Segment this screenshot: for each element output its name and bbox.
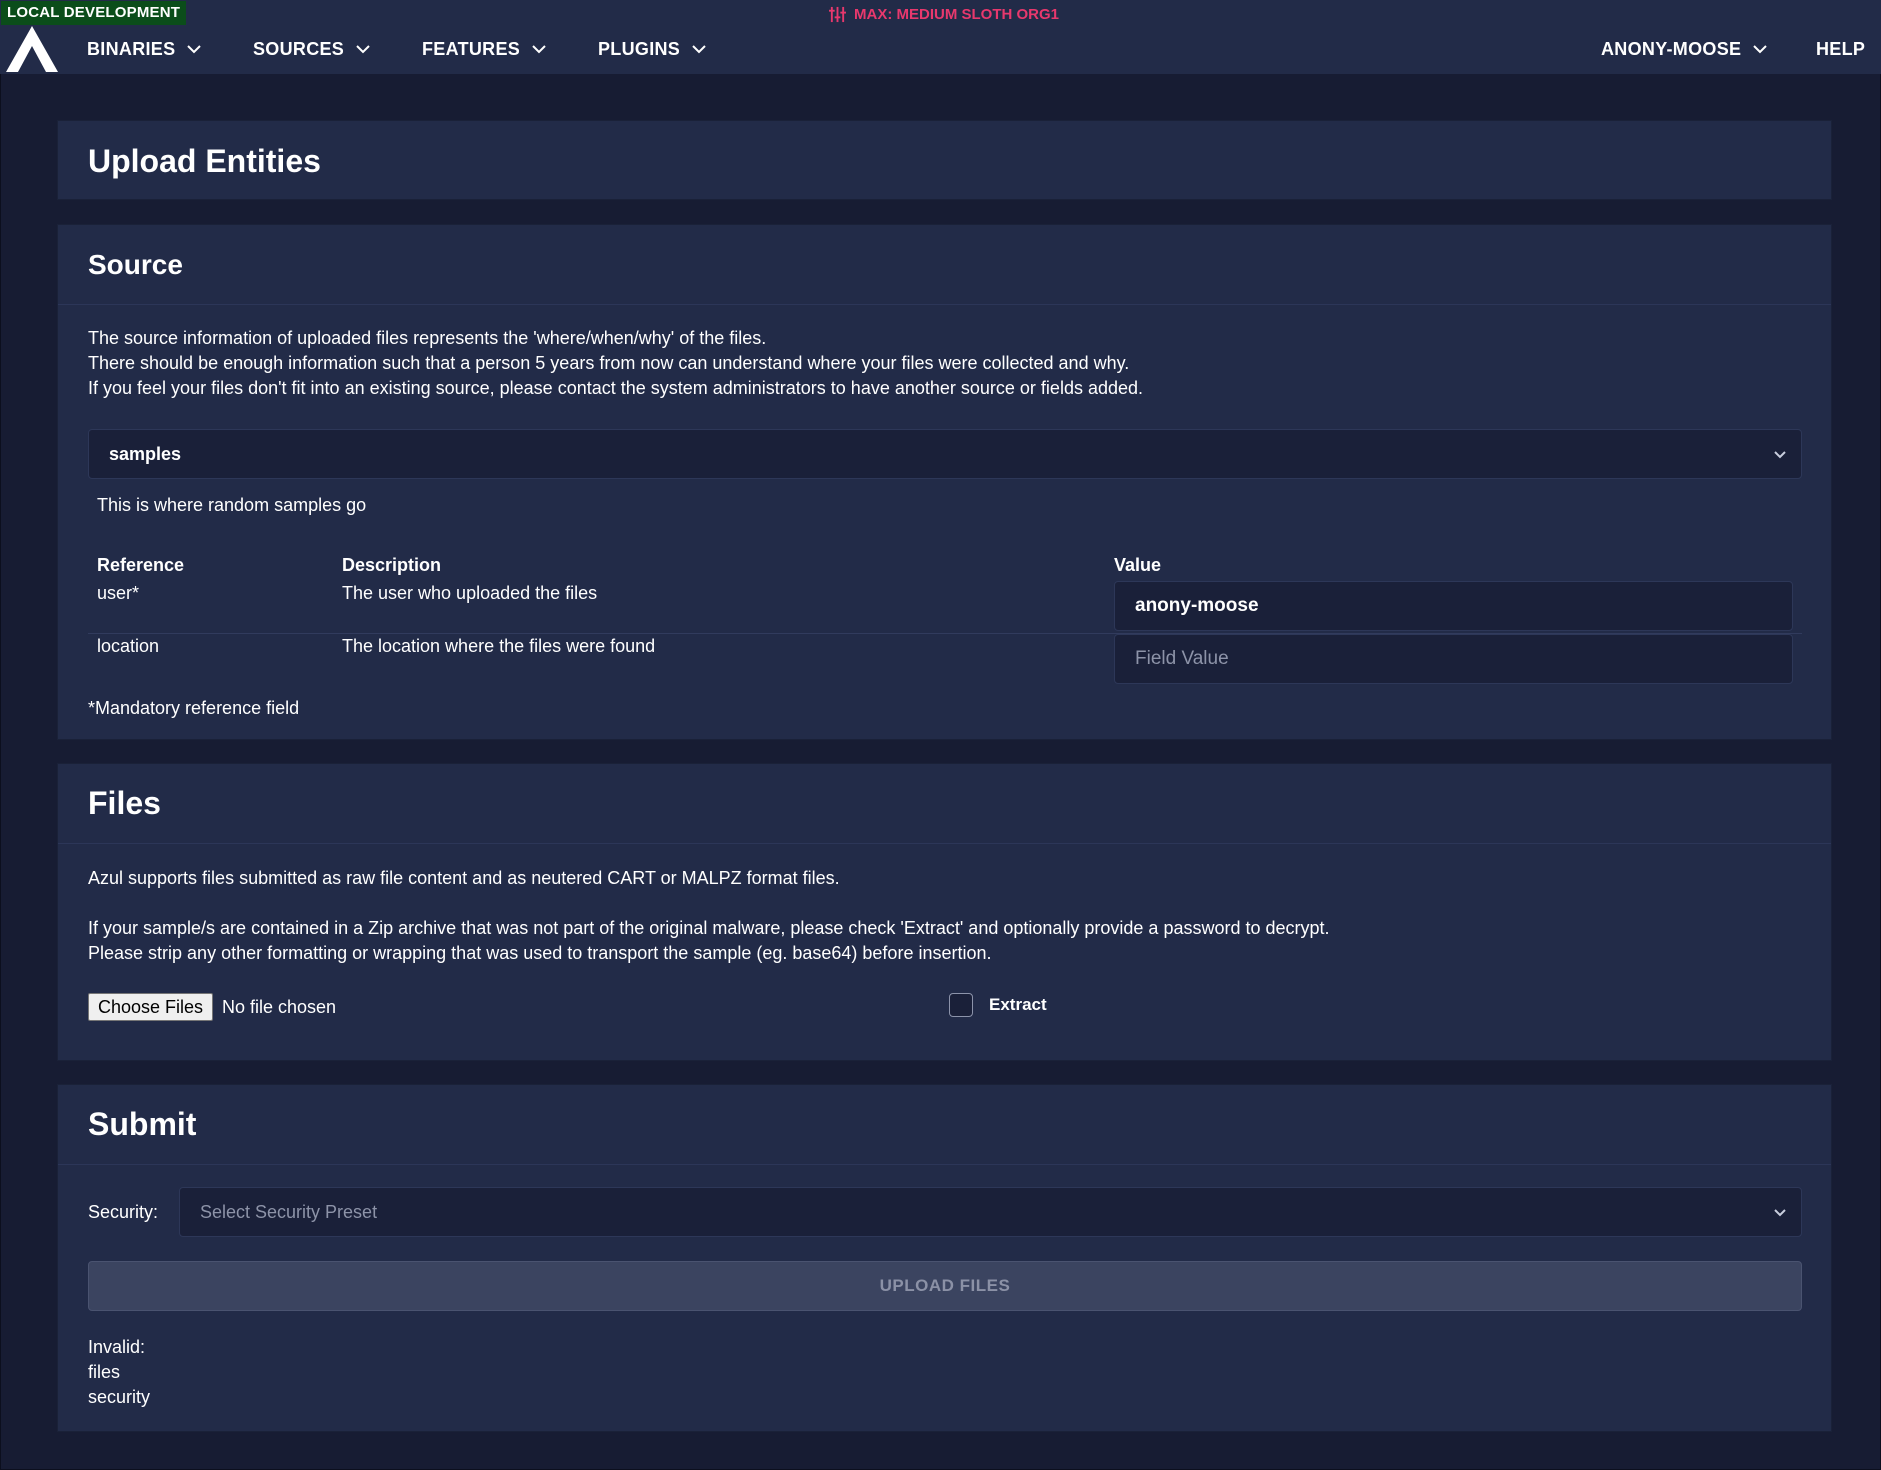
column-header-description: Description xyxy=(342,555,442,575)
classification-banner[interactable]: MAX: MEDIUM SLOTH ORG1 xyxy=(829,2,1059,26)
classification-label: MAX: MEDIUM SLOTH ORG1 xyxy=(854,5,1059,23)
security-select-placeholder: Select Security Preset xyxy=(200,1201,378,1222)
invalid-item: files xyxy=(88,1362,121,1382)
chevron-down-icon xyxy=(692,45,706,54)
sliders-icon xyxy=(829,6,846,22)
azul-logo[interactable] xyxy=(6,26,58,72)
source-header: Source xyxy=(58,225,1831,305)
security-label: Security: xyxy=(88,1202,159,1222)
source-select-value: samples xyxy=(109,443,182,464)
nav-plugins-label: PLUGINS xyxy=(598,38,681,59)
submit-card: Submit Security: Select Security Preset … xyxy=(57,1084,1832,1432)
source-intro-line: There should be enough information such … xyxy=(88,353,1130,373)
column-header-reference: Reference xyxy=(97,555,185,575)
nav-sources[interactable]: SOURCES xyxy=(253,34,370,64)
invalid-item: security xyxy=(88,1387,151,1407)
nav-user-label: ANONY-MOOSE xyxy=(1601,38,1742,59)
no-file-chosen-text: No file chosen xyxy=(222,997,337,1017)
nav-binaries-label: BINARIES xyxy=(87,38,176,59)
nav-help-label: HELP xyxy=(1816,38,1866,59)
chevron-down-icon xyxy=(1774,1209,1786,1217)
top-navbar: LOCAL DEVELOPMENT MAX: MEDIUM SLOTH ORG1… xyxy=(0,0,1881,74)
reference-cell: location xyxy=(97,636,160,656)
invalid-title: Invalid: xyxy=(88,1337,146,1357)
submit-title: Submit xyxy=(88,1106,197,1142)
choose-files-button[interactable]: Choose Files xyxy=(88,993,214,1021)
page-title: Upload Entities xyxy=(88,142,321,179)
location-field-input[interactable] xyxy=(1114,634,1793,684)
source-title: Source xyxy=(88,248,183,280)
extract-checkbox[interactable] xyxy=(949,993,973,1017)
files-instruction-line: If your sample/s are contained in a Zip … xyxy=(88,918,1330,938)
nav-features[interactable]: FEATURES xyxy=(422,34,546,64)
nav-plugins[interactable]: PLUGINS xyxy=(598,34,706,64)
description-cell: The location where the files were found xyxy=(342,636,656,656)
files-paragraph: Azul supports files submitted as raw fil… xyxy=(88,868,840,888)
chevron-down-icon xyxy=(532,45,546,54)
column-header-value: Value xyxy=(1114,555,1162,575)
files-card: Files Azul supports files submitted as r… xyxy=(57,763,1832,1061)
extract-label: Extract xyxy=(989,995,1047,1014)
mandatory-footnote: *Mandatory reference field xyxy=(88,698,300,718)
security-preset-select[interactable]: Select Security Preset xyxy=(179,1187,1802,1237)
submit-header: Submit xyxy=(58,1085,1831,1165)
source-description: This is where random samples go xyxy=(97,495,367,515)
user-field-input[interactable] xyxy=(1114,581,1793,631)
source-intro: The source information of uploaded files… xyxy=(88,326,1788,401)
description-cell: The user who uploaded the files xyxy=(342,583,598,603)
chevron-down-icon xyxy=(1753,45,1768,54)
files-instructions: If your sample/s are contained in a Zip … xyxy=(88,916,1788,966)
source-select[interactable]: samples xyxy=(88,429,1802,479)
source-intro-line: The source information of uploaded files… xyxy=(88,328,767,348)
validation-errors: Invalid: files security xyxy=(88,1335,150,1410)
files-header: Files xyxy=(58,764,1831,844)
nav-help[interactable]: HELP xyxy=(1816,34,1865,64)
nav-binaries[interactable]: BINARIES xyxy=(87,34,202,64)
upload-files-button[interactable]: UPLOAD FILES xyxy=(88,1261,1802,1311)
nav-user-menu[interactable]: ANONY-MOOSE xyxy=(1601,34,1768,64)
page-title-card: Upload Entities xyxy=(57,120,1832,200)
files-instruction-line: Please strip any other formatting or wra… xyxy=(88,943,992,963)
nav-sources-label: SOURCES xyxy=(253,38,345,59)
chevron-down-icon xyxy=(356,45,370,54)
chevron-down-icon xyxy=(1774,451,1786,459)
files-title: Files xyxy=(88,785,161,821)
reference-cell: user* xyxy=(97,583,140,603)
environment-badge: LOCAL DEVELOPMENT xyxy=(1,1,187,25)
source-intro-line: If you feel your files don't fit into an… xyxy=(88,378,1144,398)
nav-features-label: FEATURES xyxy=(422,38,521,59)
chevron-down-icon xyxy=(187,45,202,54)
source-card: Source The source information of uploade… xyxy=(57,224,1832,740)
